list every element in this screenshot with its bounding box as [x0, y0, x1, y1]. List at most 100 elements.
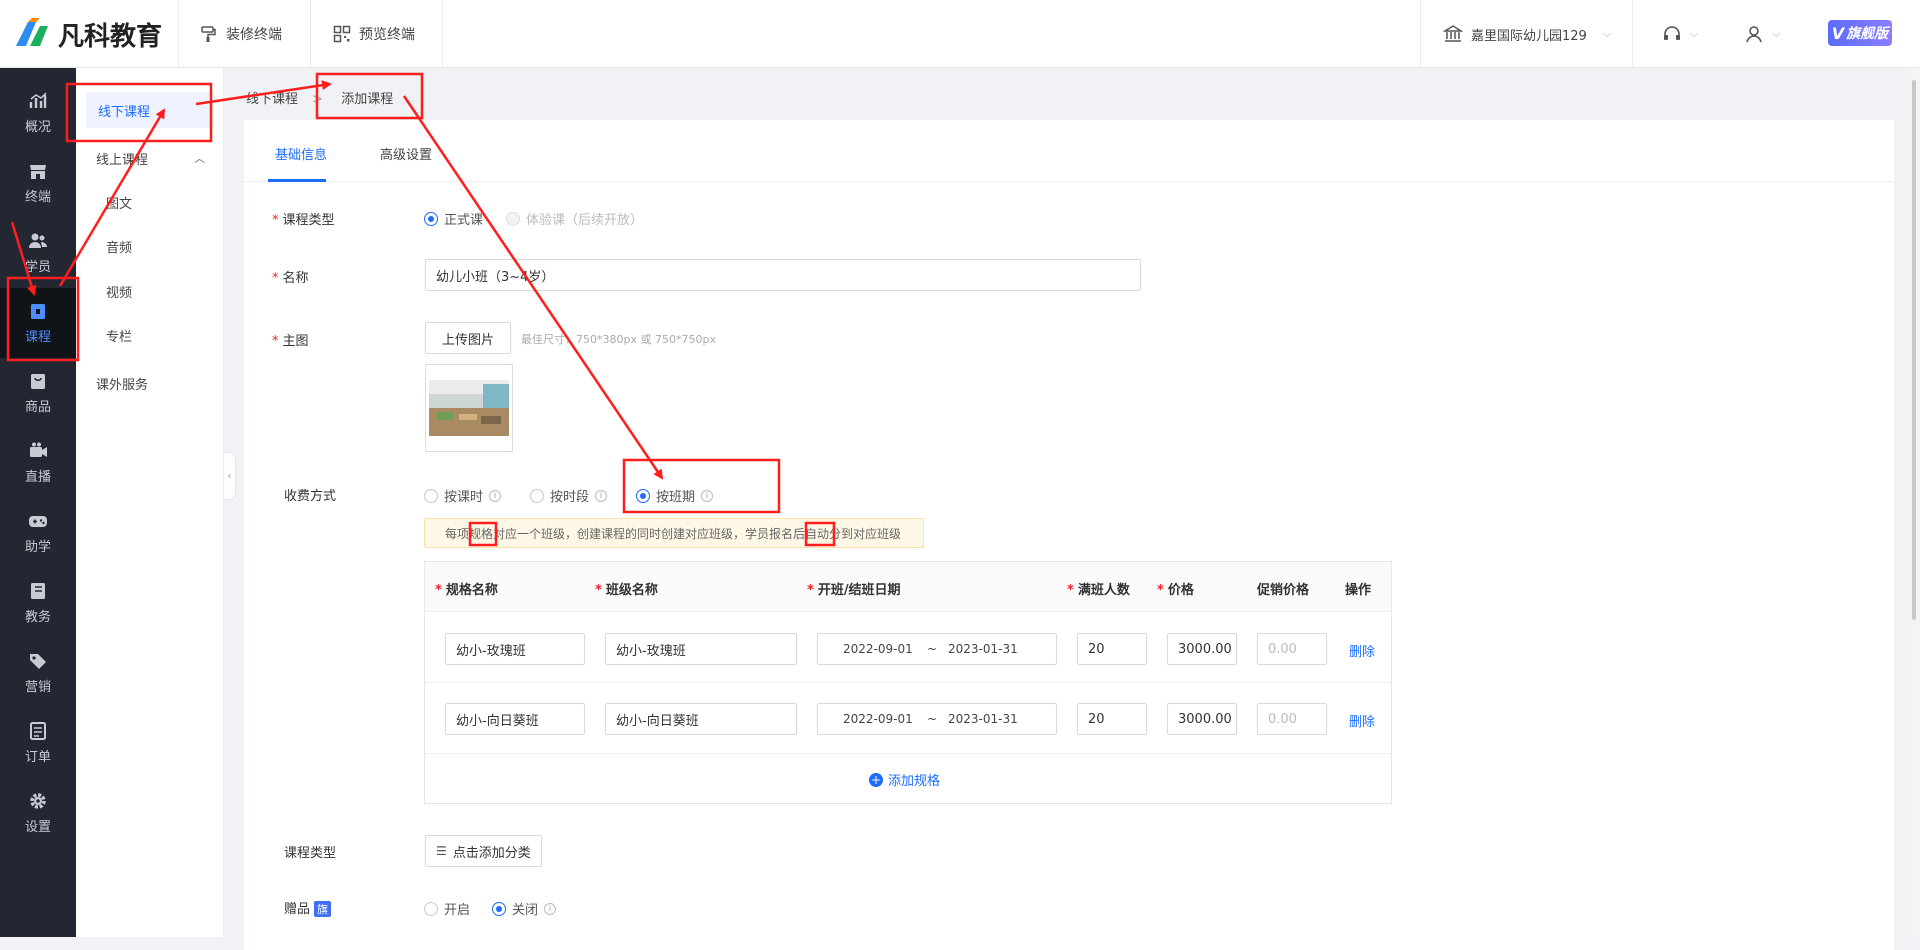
breadcrumb-separator: >	[312, 92, 324, 107]
top-bar: 凡科教育 装修终端 预览终端 嘉里国际幼儿园129 ⌵ ⌵ ⌵ V 旗舰版	[0, 0, 1920, 68]
school-switcher[interactable]: 嘉里国际幼儿园129 ⌵	[1443, 22, 1611, 46]
radio-label: 开启	[444, 903, 471, 918]
radio-fee-by-hour[interactable]: 按课时 i	[424, 486, 502, 505]
divider	[425, 682, 1391, 683]
sidebar-item-label: 设置	[24, 820, 51, 835]
info-icon[interactable]: i	[489, 489, 502, 502]
brand-name: 凡科教育	[58, 22, 163, 52]
required-mark: *	[272, 213, 279, 228]
date-separator: ~	[927, 642, 938, 656]
info-icon[interactable]: i	[701, 489, 714, 502]
price-value: 3000.00	[1178, 711, 1232, 727]
plus-circle-icon: +	[869, 772, 883, 787]
capacity-input[interactable]: 20	[1077, 703, 1147, 735]
subnav-label: 线下课程	[98, 104, 151, 120]
subnav-label: 图文	[106, 196, 133, 212]
subnav-online-courses[interactable]: 线上课程 ︿	[76, 140, 224, 176]
preview-terminal-button[interactable]: 预览终端	[333, 22, 415, 46]
course-form-card: 基础信息 高级设置 * 课程类型 正式课 体验课（后续开放） * 名称 幼儿小班（3…	[244, 120, 1894, 950]
end-date: 2023-01-31	[948, 712, 1018, 726]
price-input[interactable]: 3000.00	[1167, 703, 1237, 735]
collapse-sidebar-button[interactable]: ‹	[224, 452, 236, 500]
divider	[1420, 0, 1421, 68]
course-name-input[interactable]: 幼儿小班（3~4岁）	[425, 259, 1141, 291]
sidebar-item-marketing[interactable]: 营销	[0, 638, 76, 708]
promo-price-input[interactable]: 0.00	[1257, 633, 1327, 665]
subnav-extra-services[interactable]: 课外服务	[76, 365, 224, 401]
class-name-input[interactable]: 幼小-向日葵班	[605, 703, 797, 735]
subnav-audio[interactable]: 音频	[76, 228, 224, 264]
radio-checked	[636, 488, 650, 503]
sidebar-item-goods[interactable]: 商品	[0, 358, 76, 428]
sidebar-item-terminal[interactable]: 终端	[0, 148, 76, 218]
chevron-down-icon: ⌵	[1602, 27, 1612, 40]
capacity-input[interactable]: 20	[1077, 633, 1147, 665]
radio-checked	[492, 901, 506, 916]
info-icon[interactable]: i	[595, 489, 608, 502]
sidebar-item-live[interactable]: 直播	[0, 428, 76, 498]
sidebar-item-label: 概况	[24, 120, 51, 135]
name-label-text: 名称	[282, 271, 309, 286]
class-name-value: 幼小-向日葵班	[616, 713, 699, 729]
tab-advanced-settings[interactable]: 高级设置	[380, 144, 432, 163]
radio-disabled	[506, 211, 520, 226]
date-range-picker[interactable]: 2022-09-01 ~ 2023-01-31	[817, 703, 1057, 735]
category-label: 课程类型	[284, 846, 337, 861]
sidebar-item-students[interactable]: 学员	[0, 218, 76, 288]
subnav-offline-courses[interactable]: 线下课程	[86, 92, 214, 128]
user-menu[interactable]: ⌵	[1744, 22, 1780, 46]
sidebar-item-overview[interactable]: 概况	[0, 78, 76, 148]
image-label: * 主图	[272, 330, 309, 349]
price-input[interactable]: 3000.00	[1167, 633, 1237, 665]
subnav-column[interactable]: 专栏	[76, 317, 224, 353]
divider	[178, 0, 179, 68]
radio-fee-by-period[interactable]: 按时段 i	[530, 486, 608, 505]
radio-formal-course[interactable]: 正式课	[424, 209, 483, 228]
notebook-icon	[31, 583, 45, 599]
add-category-button[interactable]: ☰ 点击添加分类	[425, 835, 542, 867]
brand-logo[interactable]: 凡科教育	[14, 14, 164, 52]
radio-gift-off[interactable]: 关闭 i	[492, 899, 557, 918]
spec-name-input[interactable]: 幼小-向日葵班	[445, 703, 585, 735]
breadcrumb-current: 添加课程	[341, 92, 394, 107]
sidebar-item-academic[interactable]: 教务	[0, 568, 76, 638]
decorate-terminal-button[interactable]: 装修终端	[200, 22, 282, 46]
radio-gift-on[interactable]: 开启	[424, 899, 470, 918]
capacity-value: 20	[1088, 641, 1105, 657]
promo-price-input[interactable]: 0.00	[1257, 703, 1327, 735]
upload-image-label: 上传图片	[442, 332, 495, 348]
users-icon	[29, 233, 47, 248]
spec-name-input[interactable]: 幼小-玫瑰班	[445, 633, 585, 665]
spec-table-header: * 规格名称 * 班级名称 * 开班/结班日期 * 满班人数 * 价格 促销价格 操作	[425, 562, 1391, 612]
chevron-left-icon: ‹	[227, 470, 232, 482]
subnav-video[interactable]: 视频	[76, 273, 224, 309]
edition-label: 旗舰版	[1846, 26, 1889, 42]
course-image-thumbnail[interactable]	[425, 364, 513, 452]
course-name-value: 幼儿小班（3~4岁）	[436, 269, 555, 285]
add-spec-button[interactable]: + 添加规格	[869, 770, 940, 789]
radio-fee-by-class[interactable]: 按班期 i	[636, 486, 714, 505]
scrollbar-thumb[interactable]	[1912, 80, 1916, 620]
breadcrumb-parent-link[interactable]: 线下课程	[246, 92, 298, 107]
user-icon	[1746, 26, 1762, 43]
delete-spec-button[interactable]: 删除	[1349, 711, 1375, 730]
info-icon[interactable]: i	[544, 902, 557, 915]
upload-image-button[interactable]: 上传图片	[425, 322, 512, 354]
subnav-graphic-text[interactable]: 图文	[76, 184, 224, 220]
subnav-label: 视频	[106, 285, 133, 301]
support-menu[interactable]: ⌵	[1662, 22, 1698, 46]
delete-spec-button[interactable]: 删除	[1349, 641, 1375, 660]
list-icon: ☰	[436, 844, 447, 858]
chevron-down-icon: ⌵	[1772, 27, 1781, 40]
tab-basic-info[interactable]: 基础信息	[275, 144, 327, 163]
sidebar-item-orders[interactable]: 订单	[0, 708, 76, 778]
class-name-input[interactable]: 幼小-玫瑰班	[605, 633, 797, 665]
breadcrumb: 线下课程 > 添加课程	[246, 88, 403, 107]
edition-badge[interactable]: V 旗舰版	[1828, 20, 1892, 46]
date-range-picker[interactable]: 2022-09-01 ~ 2023-01-31	[817, 633, 1057, 665]
sidebar-item-assist[interactable]: 助学	[0, 498, 76, 568]
sidebar-item-courses[interactable]: 课程	[0, 288, 76, 358]
sidebar-item-settings[interactable]: 设置	[0, 778, 76, 848]
gift-label: 赠品旗	[284, 898, 332, 917]
radio-label: 正式课	[444, 213, 484, 228]
